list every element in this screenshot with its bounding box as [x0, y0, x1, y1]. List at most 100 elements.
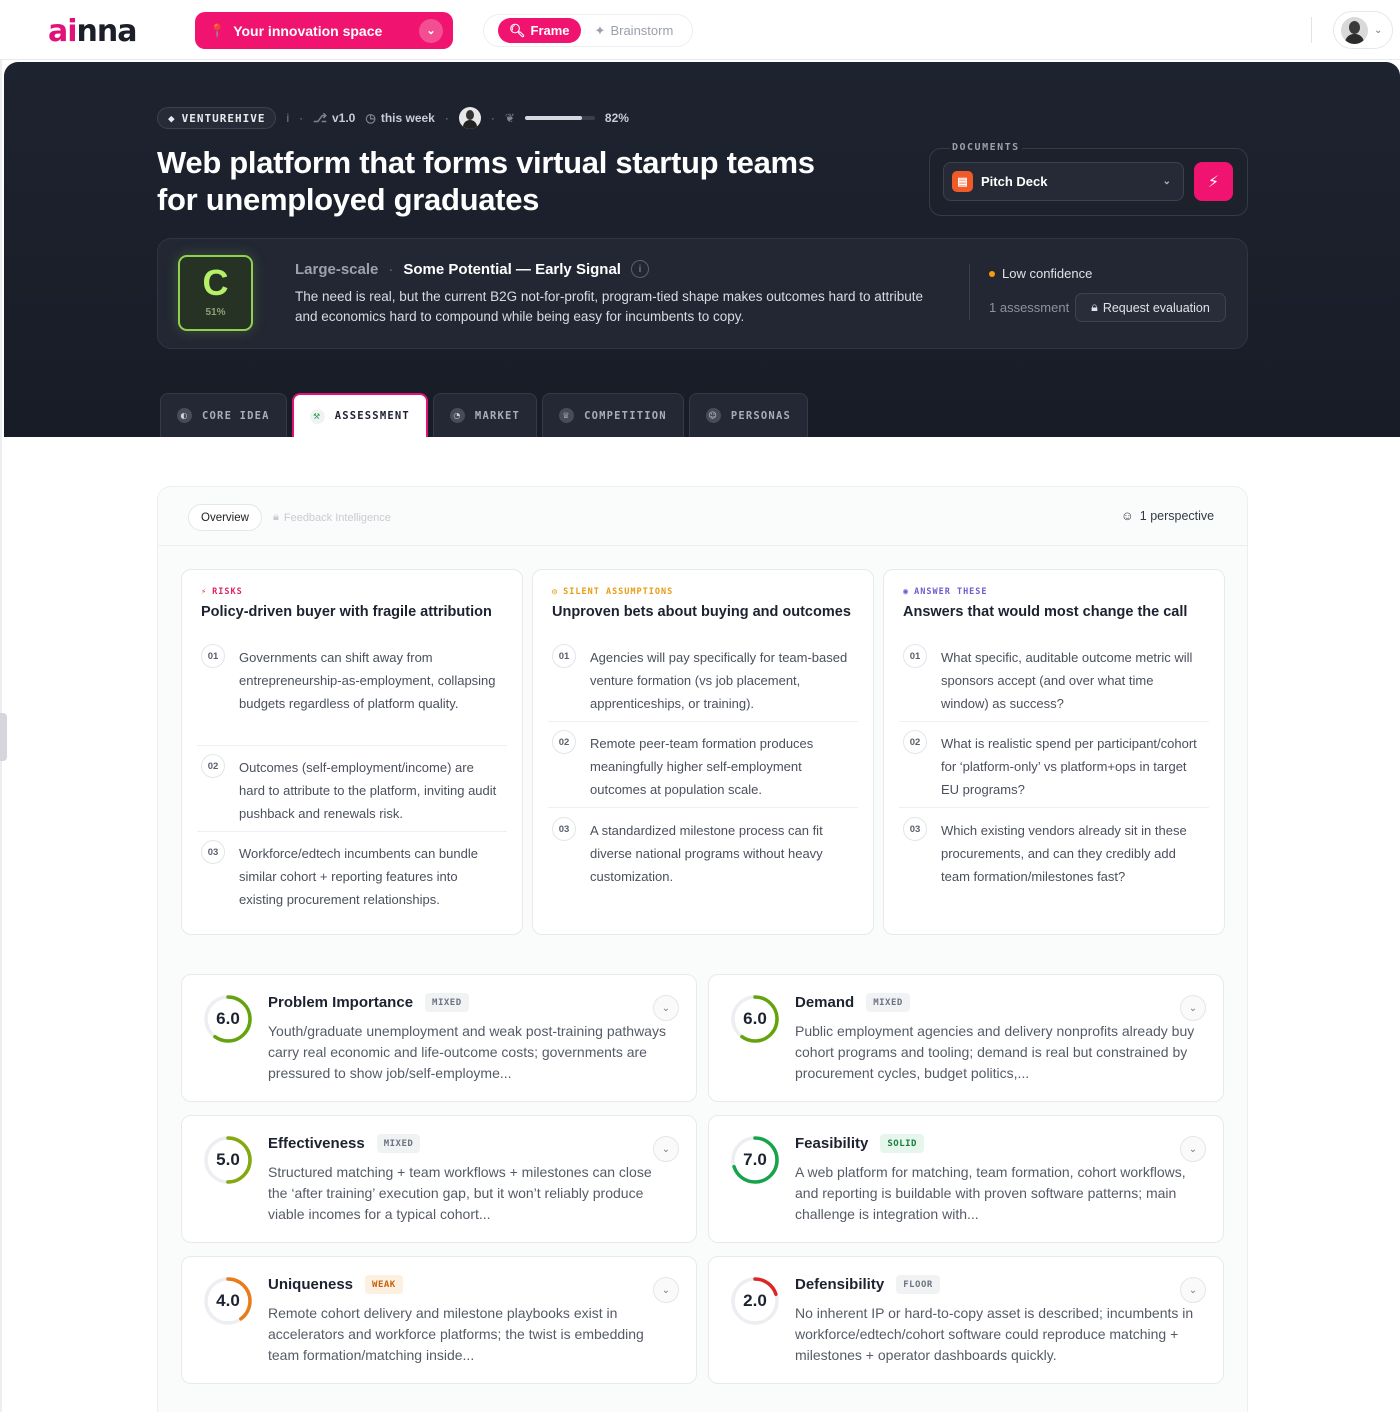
- magic-wand-icon: ✦: [594, 22, 606, 38]
- logo-text: nna: [76, 14, 138, 49]
- logo-mark: ai: [48, 14, 78, 49]
- chevron-down-icon: ⌄: [419, 18, 443, 43]
- metric-card-feasibility[interactable]: 7.0 Feasibility SOLID A web platform for ma…: [708, 1115, 1224, 1243]
- list-item: 03 Which existing vendors already sit in…: [903, 817, 1203, 888]
- space-tag-label: VENTUREHIVE: [181, 111, 266, 125]
- mode-brainstorm-button[interactable]: ✦ Brainstorm: [595, 23, 674, 39]
- metric-card-demand[interactable]: 6.0 Demand MIXED Public employment agencies…: [708, 974, 1224, 1102]
- metric-description: Remote cohort delivery and milestone pla…: [268, 1305, 644, 1363]
- pin-icon: 📍: [209, 22, 226, 38]
- item-number: 03: [903, 817, 927, 841]
- version[interactable]: ⎇ v1.0: [313, 111, 355, 125]
- tab-feedback-intelligence[interactable]: 🔒︎ Feedback Intelligence: [273, 504, 391, 531]
- info-icon[interactable]: i: [630, 260, 649, 278]
- divider: [899, 721, 1209, 722]
- grade-badge: C 51%: [178, 255, 253, 331]
- item-text: What specific, auditable outcome metric …: [941, 650, 1193, 711]
- metric-heading: Demand MIXED: [795, 993, 910, 1012]
- divider: [197, 745, 507, 746]
- status-badge: MIXED: [425, 993, 469, 1012]
- idea-title: Web platform that forms virtual startup …: [157, 145, 815, 217]
- expand-button[interactable]: ⌄: [1180, 1136, 1206, 1162]
- item-text: Outcomes (self-employment/income) are ha…: [239, 760, 497, 821]
- metric-card-defensibility[interactable]: 2.0 Defensibility FLOOR No inherent IP or h…: [708, 1256, 1224, 1384]
- separator-dot: ·: [299, 111, 304, 125]
- chevron-down-icon: ⌄: [661, 1002, 671, 1014]
- info-icon[interactable]: i: [286, 111, 289, 125]
- tab-assessment[interactable]: ⚒ ASSESSMENT: [291, 393, 428, 437]
- status-badge: SOLID: [880, 1134, 924, 1153]
- verdict-description: The need is real, but the current B2G no…: [295, 289, 924, 324]
- risks-title: Policy-driven buyer with fragile attribu…: [201, 604, 492, 620]
- list-item: 01 Governments can shift away from entre…: [201, 644, 501, 715]
- score-value: 4.0: [216, 1291, 240, 1310]
- status-dot: [989, 270, 995, 277]
- tab-competition[interactable]: ♕ COMPETITION: [542, 393, 684, 437]
- metric-description: A web platform for matching, team format…: [795, 1164, 1186, 1222]
- avatar: [1341, 16, 1368, 44]
- score-value: 2.0: [743, 1291, 767, 1310]
- document-select[interactable]: ▤ Pitch Deck ⌄: [943, 162, 1184, 201]
- documents-label: DOCUMENTS: [950, 142, 1022, 153]
- tab-label: CORE IDEA: [202, 409, 270, 422]
- request-evaluation-button[interactable]: 🔒︎ Request evaluation: [1075, 293, 1226, 322]
- mode-frame-button[interactable]: 🔍︎ Frame: [498, 18, 581, 43]
- innovation-space-selector[interactable]: 📍 Your innovation space ⌄: [195, 12, 453, 49]
- expand-button[interactable]: ⌄: [1180, 1277, 1206, 1303]
- tab-personas[interactable]: ☺ PERSONAS: [688, 393, 808, 437]
- silent-assumptions-kicker: ◎ SILENT ASSUMPTIONS: [552, 587, 673, 597]
- metric-heading: Effectiveness MIXED: [268, 1134, 421, 1153]
- pie-chart-icon: ◔: [449, 408, 465, 423]
- verdict-scale: Large-scale: [295, 260, 379, 278]
- confidence-indicator: Low confidence: [989, 266, 1092, 281]
- version-label: v1.0: [331, 111, 356, 125]
- verdict-signal: Some Potential — Early Signal: [403, 260, 621, 278]
- item-number: 01: [552, 644, 576, 668]
- chevron-down-icon: ⌄: [1374, 24, 1383, 36]
- users-icon: ☺: [1121, 509, 1134, 523]
- status-badge: MIXED: [866, 993, 910, 1012]
- confidence-label: Low confidence: [1002, 266, 1093, 281]
- list-item: 01 What specific, auditable outcome metr…: [903, 644, 1203, 715]
- item-number: 03: [552, 817, 576, 841]
- perspective-count: ☺ 1 perspective: [1121, 509, 1214, 523]
- status-badge: WEAK: [365, 1275, 403, 1294]
- owner-avatar[interactable]: [458, 107, 481, 129]
- sidebar-resize-handle[interactable]: [0, 713, 7, 761]
- metric-description: Structured matching + team workflows + m…: [268, 1164, 652, 1222]
- metric-card-problem-importance[interactable]: 6.0 Problem Importance MIXED Youth/graduate…: [181, 974, 697, 1102]
- expand-button[interactable]: ⌄: [653, 1277, 679, 1303]
- metric-card-uniqueness[interactable]: 4.0 Uniqueness WEAK Remote cohort delivery …: [181, 1256, 697, 1384]
- kicker-label: ANSWER THESE: [914, 587, 988, 597]
- expand-button[interactable]: ⌄: [653, 1136, 679, 1162]
- eye-icon: ◎: [552, 587, 559, 597]
- expand-button[interactable]: ⌄: [1180, 995, 1206, 1021]
- chevron-down-icon: ⌄: [1188, 1002, 1198, 1014]
- tab-core-idea[interactable]: ◐ CORE IDEA: [160, 393, 287, 437]
- item-text: Governments can shift away from entrepre…: [239, 650, 496, 711]
- app-logo[interactable]: ainna: [48, 14, 137, 49]
- tab-market[interactable]: ◔ MARKET: [432, 393, 538, 437]
- grade-percent: 51%: [205, 307, 226, 318]
- tab-overview[interactable]: Overview: [188, 504, 262, 531]
- user-menu[interactable]: ⌄: [1333, 11, 1393, 49]
- metric-description: Public employment agencies and delivery …: [795, 1023, 1195, 1081]
- expand-button[interactable]: ⌄: [653, 995, 679, 1021]
- space-tag[interactable]: ◆ VENTUREHIVE: [157, 107, 277, 129]
- generate-document-button[interactable]: ⚡︎: [1194, 162, 1233, 201]
- metric-heading: Defensibility FLOOR: [795, 1275, 940, 1294]
- tab-label: MARKET: [474, 409, 521, 422]
- score-value: 7.0: [743, 1150, 767, 1169]
- list-item: 02 What is realistic spend per participa…: [903, 730, 1203, 801]
- metric-name: Effectiveness: [268, 1135, 365, 1152]
- separator-dot: ·: [444, 111, 449, 125]
- metric-name: Problem Importance: [268, 994, 414, 1011]
- divider: [1311, 17, 1312, 43]
- metric-card-effectiveness[interactable]: 5.0 Effectiveness MIXED Structured matching…: [181, 1115, 697, 1243]
- updated-time: ◷ this week: [365, 111, 435, 125]
- gavel-icon: ⚒: [309, 408, 325, 424]
- metric-name: Uniqueness: [268, 1276, 354, 1293]
- chevron-down-icon: ⌄: [1162, 176, 1171, 187]
- sprout-icon: ❦: [504, 111, 515, 125]
- completion-progress-bar: [524, 116, 595, 120]
